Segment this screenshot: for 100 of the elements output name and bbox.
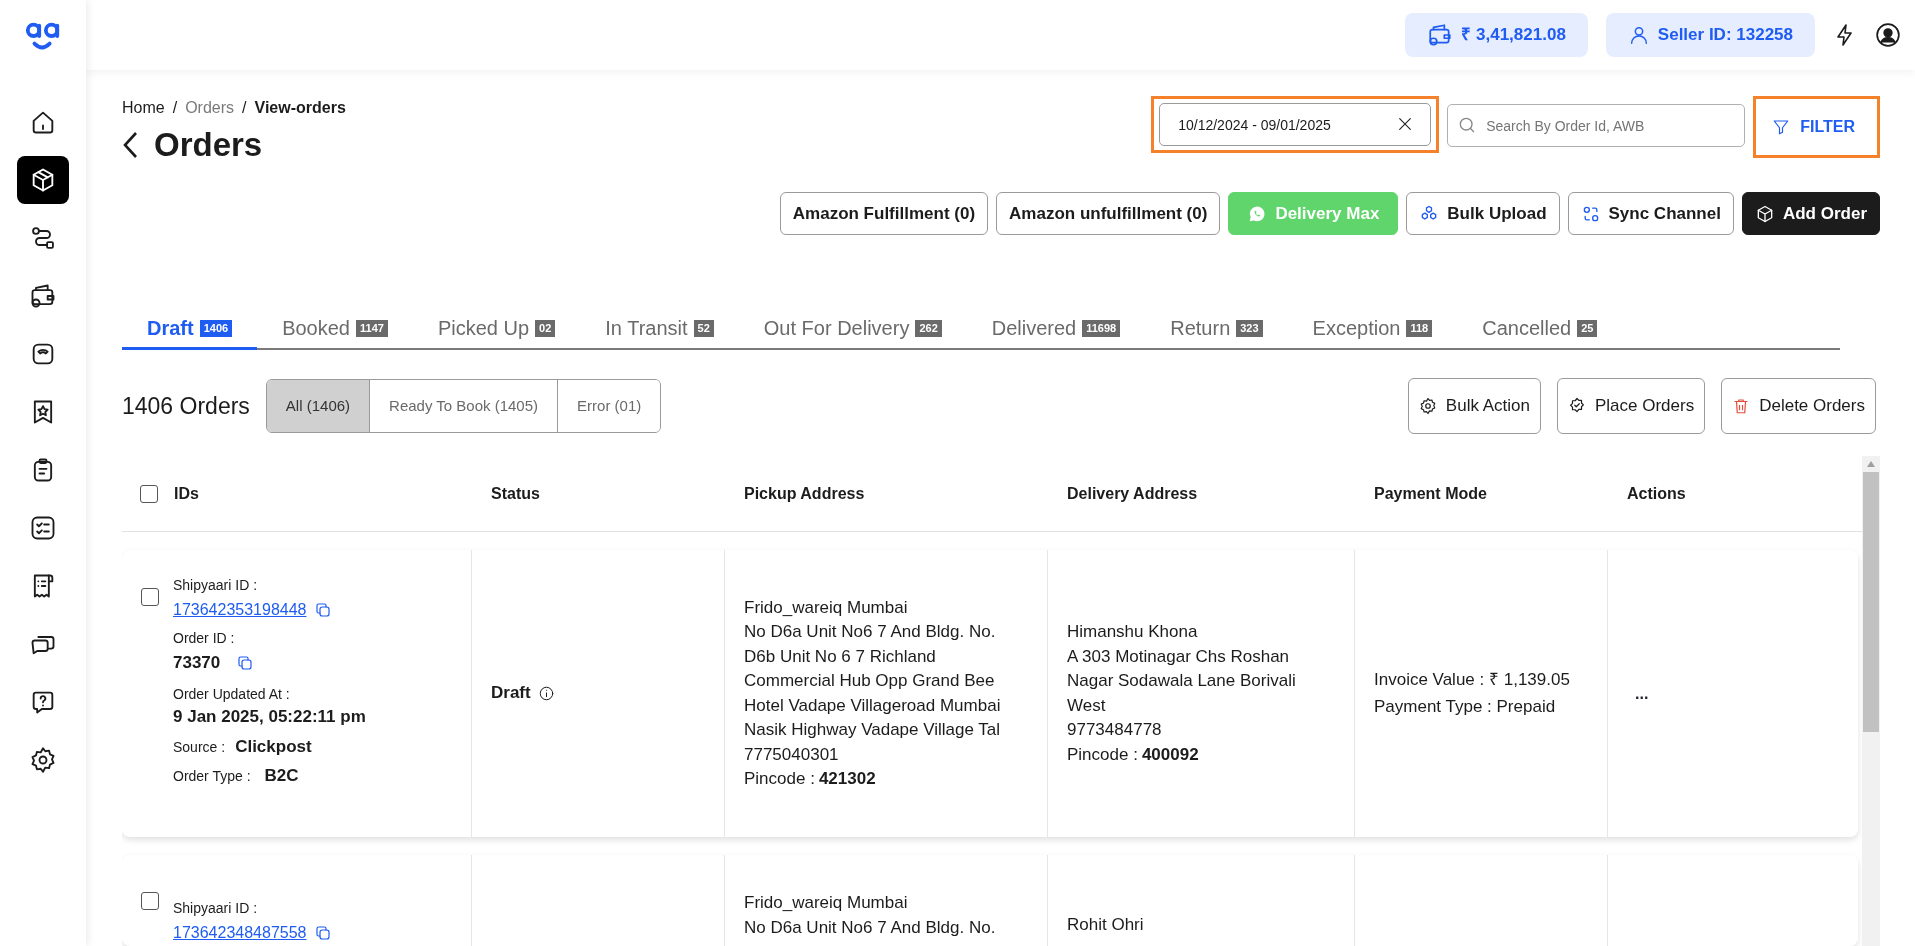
select-all-checkbox[interactable] [140,484,158,503]
filter-button[interactable]: FILTER [1760,105,1873,149]
count-badge: 1406 [199,319,233,337]
badge-check-icon [1567,397,1586,415]
subfilter-button[interactable]: All (1406) [266,380,371,432]
copy-icon[interactable] [314,601,333,620]
status-tab[interactable]: Delivered 11698 [966,311,1146,350]
date-range-field[interactable]: 10/12/2024 - 09/01/2025 [1159,103,1432,146]
address-line: 9773484778 [1067,719,1163,741]
sidebar-item[interactable] [17,156,69,204]
action-button[interactable]: Sync Channel [1567,192,1734,235]
bulk-action-button[interactable]: Place Orders [1556,378,1706,434]
account-icon[interactable] [1875,22,1901,48]
count-badge: 1147 [356,319,388,337]
field-label: Shipyaari ID : [173,576,259,595]
seller-id-pill[interactable]: Seller ID: 132258 [1605,13,1815,57]
address-line: Frido_wareiq Mumbai [744,892,909,914]
bulk-action-button[interactable]: Bulk Action [1407,378,1541,434]
address-line: Hotel Vadape Villageroad Mumbai [744,694,1002,717]
row-checkbox[interactable] [141,588,159,606]
row-checkbox[interactable] [141,892,159,910]
checklist-icon [29,514,57,542]
action-button[interactable]: Amazon Fulfillment (0) [779,192,989,235]
address-line: D6b Unit No 6 7 Richland [744,645,937,668]
count-badge: 52 [693,319,714,337]
address-line: Frido_wareiq Mumbai [744,596,909,619]
breadcrumb-current: View-orders [254,98,346,118]
page-title: Orders [154,128,263,161]
seller-id: Seller ID: 132258 [1657,24,1793,47]
search-field[interactable]: Search By Order Id, AWB [1447,104,1746,147]
field-value: B2C [264,765,299,787]
column-header: Payment Mode [1374,483,1487,504]
field-label: Source : [173,737,226,757]
count-badge: 11698 [1082,319,1121,337]
orders-count: 1406 Orders [122,391,250,421]
field-label: Shipyaari ID : [173,899,259,918]
column-header: IDs [174,483,199,504]
status-tab[interactable]: Exception 118 [1287,311,1458,350]
more-actions-button[interactable]: ... [1635,685,1649,702]
filter-icon [1772,118,1791,136]
action-button[interactable]: Bulk Upload [1406,192,1560,235]
wallet-balance: ₹ 3,41,821.08 [1461,24,1566,47]
shipyaari-id-link[interactable]: 173642348487558 [173,921,307,946]
status-tab[interactable]: Booked 1147 [257,311,413,350]
count-badge: 118 [1406,319,1433,337]
count-badge: 323 [1236,319,1263,337]
column-header: Pickup Address [744,483,865,504]
status-text: Draft [491,682,531,705]
breadcrumb-link[interactable]: Orders [185,96,235,120]
back-icon[interactable] [122,130,138,159]
status-tab[interactable]: Picked Up 02 [412,311,581,350]
wallet-icon [29,282,57,310]
action-button[interactable]: Add Order [1741,192,1880,235]
scrollbar[interactable] [1862,456,1880,946]
updated-at: 9 Jan 2025, 05:22:11 pm [173,706,366,728]
column-header: Delivery Address [1067,483,1198,504]
close-icon[interactable] [1397,116,1414,132]
count-badge: 262 [915,319,942,337]
address-line: No D6a Unit No6 7 And Bldg. No. [744,916,997,939]
address-line: Himanshu Khona [1067,621,1199,643]
pincode: 421302 [818,768,876,790]
copy-icon[interactable] [236,653,255,672]
breadcrumb-separator: / [172,98,178,118]
address-line: Commercial Hub Opp Grand Bee [744,670,996,692]
address-line: Nagar Sodawala Lane Borivali [1067,670,1297,692]
status-tab[interactable]: Out For Delivery 262 [738,311,967,350]
payment-type: Payment Type : Prepaid [1374,696,1557,718]
field-label: Order Updated At : [173,685,291,704]
trash-icon [1732,397,1751,415]
status-tab[interactable]: Cancelled 25 [1457,311,1632,350]
field-label: Pincode : [1067,743,1138,766]
address-line: 7775040301 [744,743,840,766]
count-badge: 02 [535,319,556,337]
order-id: 73370 [173,651,221,674]
column-header: Actions [1627,483,1686,504]
bulk-action-button[interactable]: Delete Orders [1721,378,1876,434]
field-label: Order Type : [173,767,251,786]
wallet-balance-pill[interactable]: ₹ 3,41,821.08 [1405,13,1588,57]
action-button[interactable]: Amazon unfulfillment (0) [996,192,1221,235]
column-header: Status [491,483,540,504]
breadcrumb-separator: / [242,98,247,118]
info-icon [538,686,554,701]
count-badge: 25 [1577,319,1598,337]
settings-icon [29,746,57,774]
address-line: Rohit Ohri [1067,914,1145,936]
status-tab[interactable]: Draft 1406 [122,311,258,350]
copy-icon[interactable] [314,924,333,943]
wallet-icon [1427,22,1454,48]
address-line: West [1067,694,1107,717]
status-tab[interactable]: In Transit 52 [580,311,739,350]
field-label: Pincode : [744,768,815,790]
status-tab[interactable]: Return 323 [1145,311,1288,350]
shipyaari-id-link[interactable]: 173642353198448 [173,598,307,623]
field-label: Order ID : [173,628,236,648]
address-line: A 303 Motinagar Chs Roshan [1067,645,1291,668]
route-icon [29,224,57,252]
invoice-value: Invoice Value : ₹ 1,139.05 [1374,668,1571,691]
breadcrumb-link[interactable]: Home [122,96,165,120]
address-line: Nasik Highway Vadape Village Tal [744,719,1002,741]
address-line: No D6a Unit No6 7 And Bldg. No. [744,621,997,643]
